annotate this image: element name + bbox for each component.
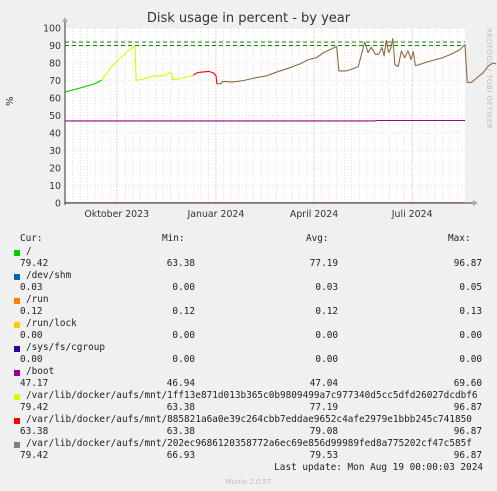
legend-series-name: /var/lib/docker/aufs/mnt/885821a6a0e39c2… [26, 414, 472, 425]
legend-header-min: Min: [162, 233, 185, 244]
legend-series-name: /dev/shm [26, 270, 72, 281]
legend-min-value: 63.38 [166, 402, 195, 413]
legend-cur-value: 0.00 [20, 330, 43, 341]
legend-swatch [14, 370, 20, 376]
legend-min-value: 0.00 [172, 354, 195, 365]
legend-swatch [14, 346, 20, 352]
legend-swatch [14, 274, 20, 280]
legend-row: /var/lib/docker/aufs/mnt/1ff13e871d013b3… [0, 390, 497, 414]
legend-swatch [14, 250, 20, 256]
legend-header-max: Max: [448, 233, 471, 244]
legend-swatch [14, 298, 20, 304]
legend-row: /run/lock 0.00 0.00 0.00 0.00 [0, 318, 497, 342]
y-axis-arrow [62, 17, 68, 22]
legend-avg-value: 77.19 [309, 402, 338, 413]
x-tick-label: Januar 2024 [187, 209, 245, 220]
legend-max-value: 0.00 [459, 354, 482, 365]
legend-min-value: 0.00 [172, 330, 195, 341]
munin-version: Munin 2.0.57 [225, 478, 272, 486]
legend-min-value: 0.12 [172, 306, 195, 317]
legend-cur-value: 47.17 [20, 378, 49, 389]
last-update: Last update: Mon Aug 19 00:00:03 2024 [274, 462, 483, 473]
legend-series-name: /boot [26, 366, 55, 377]
legend-series-name: /run [26, 294, 49, 305]
legend-series-name: /var/lib/docker/aufs/mnt/1ff13e871d013b3… [26, 390, 478, 401]
legend-swatch [14, 322, 20, 328]
legend-header-cur: Cur: [20, 233, 43, 244]
y-tick-label: 70 [49, 76, 61, 87]
legend-row: /run 0.12 0.12 0.12 0.13 [0, 294, 497, 318]
legend-min-value: 63.38 [166, 258, 195, 269]
legend-max-value: 0.00 [459, 330, 482, 341]
y-tick-label: 40 [49, 129, 61, 140]
legend-cur-value: 0.00 [20, 354, 43, 365]
legend-min-value: 66.93 [166, 450, 195, 461]
legend-avg-value: 47.04 [309, 378, 338, 389]
legend-header-avg: Avg: [306, 233, 329, 244]
legend-row: /boot 47.17 46.94 47.04 69.60 [0, 366, 497, 390]
legend-row: /var/lib/docker/aufs/mnt/202ec9686120358… [0, 438, 497, 462]
legend-avg-value: 0.12 [315, 306, 338, 317]
legend-swatch [14, 418, 20, 424]
legend-avg-value: 79.53 [309, 450, 338, 461]
legend-min-value: 0.00 [172, 282, 195, 293]
legend-cur-value: 79.42 [20, 402, 49, 413]
x-tick-label: Juli 2024 [391, 209, 433, 220]
legend-min-value: 63.38 [166, 426, 195, 437]
y-tick-label: 80 [49, 59, 61, 70]
legend-min-value: 46.94 [166, 378, 195, 389]
legend-max-value: 0.13 [459, 306, 482, 317]
legend-max-value: 96.87 [453, 450, 482, 461]
legend-series-name: /run/lock [26, 318, 77, 329]
legend-avg-value: 0.00 [315, 330, 338, 341]
x-axis-arrow [473, 200, 478, 206]
y-tick-label: 0 [55, 199, 61, 210]
legend-series-name: /sys/fs/cgroup [26, 342, 106, 353]
legend-avg-value: 0.03 [315, 282, 338, 293]
y-tick-label: 10 [49, 181, 61, 192]
legend-row: /79.42 63.38 77.19 96.87 [0, 246, 497, 270]
y-tick-label: 50 [49, 111, 61, 122]
legend-swatch [14, 442, 20, 448]
y-tick-label: 30 [49, 146, 61, 157]
legend-swatch [14, 394, 20, 400]
legend-max-value: 0.05 [459, 282, 482, 293]
legend-max-value: 69.60 [453, 378, 482, 389]
legend-cur-value: 0.03 [20, 282, 43, 293]
y-tick-label: 20 [49, 164, 61, 175]
legend-cur-value: 0.12 [20, 306, 43, 317]
y-tick-label: 60 [49, 94, 61, 105]
legend-avg-value: 77.19 [309, 258, 338, 269]
y-tick-label: 90 [49, 41, 61, 52]
legend-row: /sys/fs/cgroup 0.00 0.00 0.00 0.00 [0, 342, 497, 366]
legend-series-name: / [26, 246, 32, 257]
legend-cur-value: 79.42 [20, 258, 49, 269]
legend-series-name: /var/lib/docker/aufs/mnt/202ec9686120358… [26, 438, 472, 449]
legend-avg-value: 79.08 [309, 426, 338, 437]
legend-max-value: 96.87 [453, 258, 482, 269]
legend-table: Cur: Min: Avg: Max: /79.42 63.38 77.19 96.8… [0, 233, 497, 473]
x-tick-label: Oktober 2023 [84, 209, 149, 220]
chart-plot: Oktober 2023 Januar 2024 April 2024 Juli 20… [43, 17, 497, 220]
legend-avg-value: 0.00 [315, 354, 338, 365]
legend-cur-value: 63.38 [20, 426, 49, 437]
legend-max-value: 96.87 [453, 402, 482, 413]
legend-cur-value: 79.42 [20, 450, 49, 461]
legend-row: /dev/shm 0.03 0.00 0.03 0.05 [0, 270, 497, 294]
legend-row: /var/lib/docker/aufs/mnt/885821a6a0e39c2… [0, 414, 497, 438]
x-tick-label: April 2024 [290, 209, 338, 220]
y-tick-label: 100 [43, 24, 61, 35]
legend-max-value: 96.87 [453, 426, 482, 437]
